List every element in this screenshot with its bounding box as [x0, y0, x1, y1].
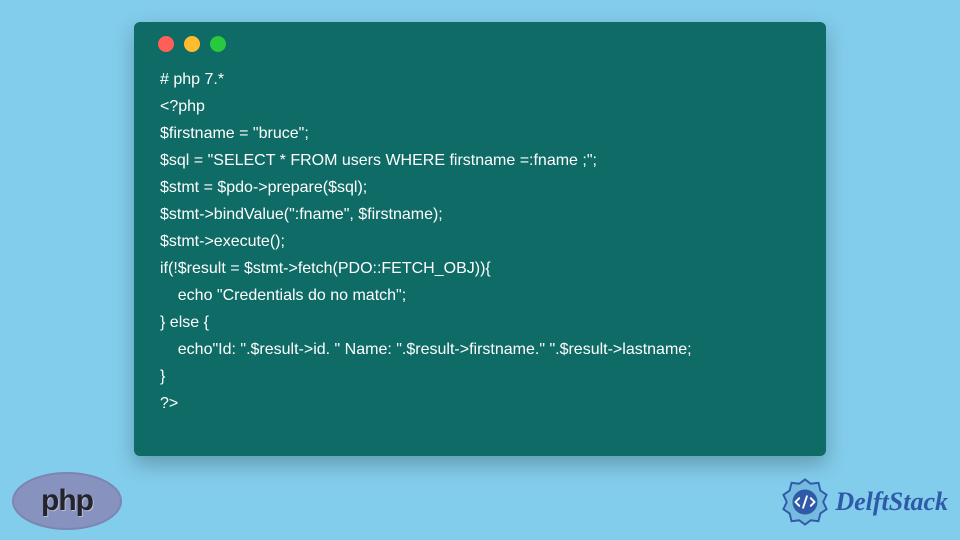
dot-close-icon: [158, 36, 174, 52]
window-dots: [158, 36, 808, 52]
dot-minimize-icon: [184, 36, 200, 52]
brand-icon: [781, 478, 829, 526]
php-logo-text: php: [41, 484, 93, 518]
code-block: # php 7.* <?php $firstname = "bruce"; $s…: [152, 66, 808, 417]
php-logo: php: [12, 472, 122, 530]
brand: DelftStack: [781, 478, 948, 526]
brand-text: DelftStack: [835, 487, 948, 517]
dot-maximize-icon: [210, 36, 226, 52]
code-window: # php 7.* <?php $firstname = "bruce"; $s…: [134, 22, 826, 456]
